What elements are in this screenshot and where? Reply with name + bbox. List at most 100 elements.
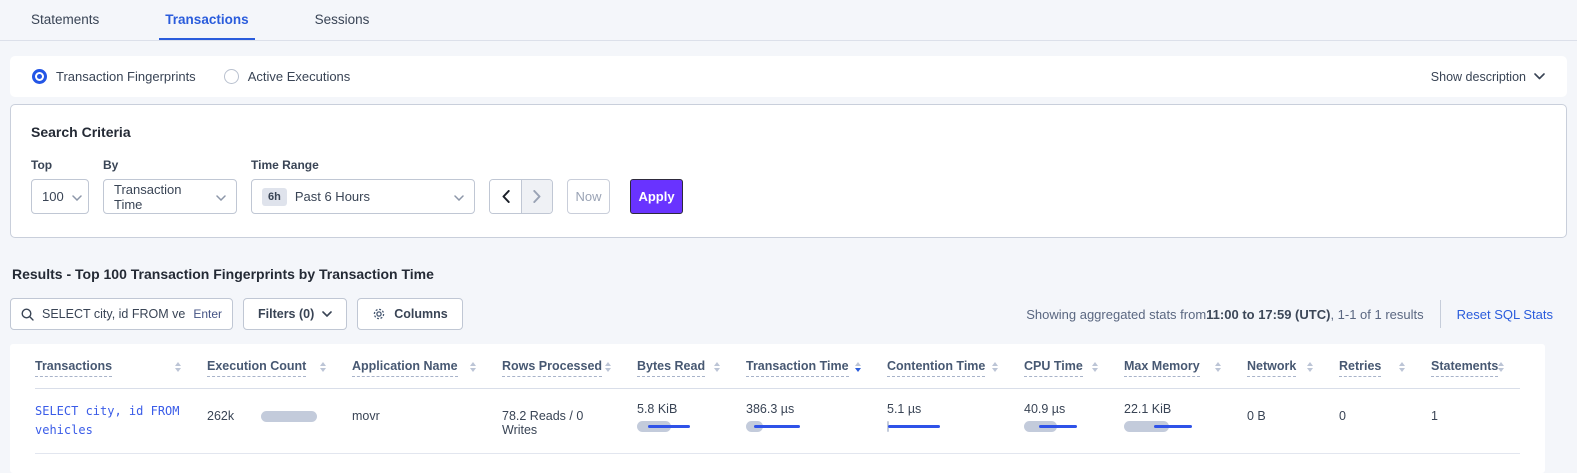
- radio-active-executions[interactable]: Active Executions: [224, 69, 351, 84]
- columns-button[interactable]: Columns: [357, 298, 462, 330]
- execution-count-bar: [261, 411, 317, 422]
- contention-time-bar: [887, 421, 1006, 432]
- column-header-network[interactable]: Network: [1247, 359, 1339, 377]
- bytes-read-bar: [637, 421, 728, 432]
- sort-icon[interactable]: [855, 359, 861, 372]
- transactions-page: Statements Transactions Sessions Transac…: [0, 0, 1577, 472]
- column-header-transaction-time[interactable]: Transaction Time: [746, 359, 887, 377]
- filters-button[interactable]: Filters (0): [243, 298, 347, 330]
- cell-max-memory: 22.1 KiB: [1124, 402, 1247, 432]
- now-button[interactable]: Now: [567, 179, 610, 214]
- stats-time-range: 11:00 to 17:59 (UTC): [1206, 307, 1330, 322]
- divider: [1440, 300, 1441, 328]
- chevron-down-icon: [454, 189, 464, 204]
- reset-sql-stats-link[interactable]: Reset SQL Stats: [1457, 307, 1553, 322]
- cell-application-name: movr: [352, 402, 502, 423]
- column-header-rows-processed[interactable]: Rows Processed: [502, 359, 637, 377]
- sort-icon[interactable]: [992, 359, 998, 372]
- chevron-down-icon: [216, 189, 226, 204]
- cell-transaction-time: 386.3 µs: [746, 402, 887, 432]
- sort-icon[interactable]: [175, 359, 181, 372]
- search-icon: [21, 308, 34, 321]
- filters-label: Filters (0): [258, 307, 314, 321]
- transaction-time-bar: [746, 421, 869, 432]
- table-row: SELECT city, id FROM vehicles 262k movr …: [35, 389, 1520, 454]
- by-value: Transaction Time: [114, 182, 208, 212]
- cell-rows-processed: 78.2 Reads / 0 Writes: [502, 402, 637, 437]
- column-header-contention-time[interactable]: Contention Time: [887, 359, 1024, 377]
- radio-label: Transaction Fingerprints: [56, 69, 196, 84]
- time-range-select[interactable]: 6h Past 6 Hours: [251, 179, 475, 214]
- sort-icon[interactable]: [1307, 359, 1313, 372]
- sort-icon[interactable]: [605, 359, 611, 372]
- cell-bytes-read: 5.8 KiB: [637, 402, 746, 432]
- results-toolbar: SELECT city, id FROM vehicles W Enter Fi…: [10, 298, 1567, 330]
- search-criteria-card: Search Criteria Top 100 By Transaction T…: [10, 104, 1567, 238]
- chevron-down-icon: [322, 311, 332, 317]
- cell-retries: 0: [1339, 402, 1431, 423]
- sort-icon[interactable]: [1092, 359, 1098, 372]
- cell-transaction: SELECT city, id FROM vehicles: [35, 402, 207, 439]
- time-range-label: Time Range: [251, 158, 475, 172]
- column-header-execution-count[interactable]: Execution Count: [207, 359, 352, 377]
- cell-contention-time: 5.1 µs: [887, 402, 1024, 432]
- search-query-value: SELECT city, id FROM vehicles W: [42, 307, 185, 321]
- sort-icon[interactable]: [714, 359, 720, 372]
- max-memory-bar: [1124, 421, 1229, 432]
- chevron-right-icon: [533, 190, 541, 203]
- radio-label: Active Executions: [248, 69, 351, 84]
- gear-icon: [372, 307, 386, 321]
- tab-sessions[interactable]: Sessions: [309, 0, 376, 40]
- cell-network: 0 B: [1247, 402, 1339, 423]
- time-range-field: Time Range 6h Past 6 Hours: [251, 158, 475, 214]
- column-header-cpu-time[interactable]: CPU Time: [1024, 359, 1124, 377]
- columns-label: Columns: [394, 307, 447, 321]
- radio-transaction-fingerprints[interactable]: Transaction Fingerprints: [32, 69, 196, 84]
- time-range-badge: 6h: [262, 188, 287, 206]
- top-select[interactable]: 100: [31, 179, 89, 214]
- search-criteria-title: Search Criteria: [31, 124, 1546, 140]
- aggregated-stats-text: Showing aggregated stats from 11:00 to 1…: [1026, 307, 1423, 322]
- search-input[interactable]: SELECT city, id FROM vehicles W Enter: [10, 298, 233, 330]
- chevron-left-icon: [502, 190, 510, 203]
- radio-selected-icon: [32, 69, 47, 84]
- column-header-statements[interactable]: Statements: [1431, 359, 1520, 377]
- radio-unselected-icon: [224, 69, 239, 84]
- enter-hint: Enter: [193, 307, 222, 321]
- results-heading: Results - Top 100 Transaction Fingerprin…: [12, 266, 1577, 282]
- column-header-transactions[interactable]: Transactions: [35, 359, 207, 377]
- sort-icon[interactable]: [1399, 359, 1405, 372]
- by-field: By Transaction Time: [103, 158, 237, 214]
- results-table: Transactions Execution Count Application…: [10, 344, 1545, 473]
- chevron-down-icon: [72, 189, 82, 204]
- cell-execution-count: 262k: [207, 402, 352, 423]
- sort-icon[interactable]: [1498, 359, 1504, 372]
- show-description-toggle[interactable]: Show description: [1431, 70, 1545, 84]
- previous-time-window-button[interactable]: [490, 180, 521, 213]
- top-value: 100: [42, 189, 64, 204]
- column-header-max-memory[interactable]: Max Memory: [1124, 359, 1247, 377]
- cpu-time-bar: [1024, 421, 1106, 432]
- sort-icon[interactable]: [470, 359, 476, 372]
- transaction-fingerprint-link[interactable]: SELECT city, id FROM vehicles: [35, 404, 180, 437]
- view-toggle-bar: Transaction Fingerprints Active Executio…: [10, 56, 1567, 97]
- tab-bar: Statements Transactions Sessions: [0, 0, 1577, 41]
- by-label: By: [103, 158, 237, 172]
- by-select[interactable]: Transaction Time: [103, 179, 237, 214]
- column-header-retries[interactable]: Retries: [1339, 359, 1431, 377]
- time-range-value: Past 6 Hours: [295, 189, 370, 204]
- column-header-application-name[interactable]: Application Name: [352, 359, 502, 377]
- sort-icon[interactable]: [320, 359, 326, 372]
- show-description-label: Show description: [1431, 70, 1526, 84]
- table-header-row: Transactions Execution Count Application…: [35, 359, 1520, 389]
- time-window-stepper: [489, 179, 553, 214]
- column-header-bytes-read[interactable]: Bytes Read: [637, 359, 746, 377]
- tab-transactions[interactable]: Transactions: [159, 0, 254, 40]
- apply-button[interactable]: Apply: [630, 179, 683, 214]
- next-time-window-button[interactable]: [521, 180, 552, 213]
- tab-statements[interactable]: Statements: [25, 0, 105, 40]
- sort-icon[interactable]: [1215, 359, 1221, 372]
- cell-statements: 1: [1431, 402, 1520, 423]
- chevron-down-icon: [1534, 73, 1545, 80]
- top-field: Top 100: [31, 158, 89, 214]
